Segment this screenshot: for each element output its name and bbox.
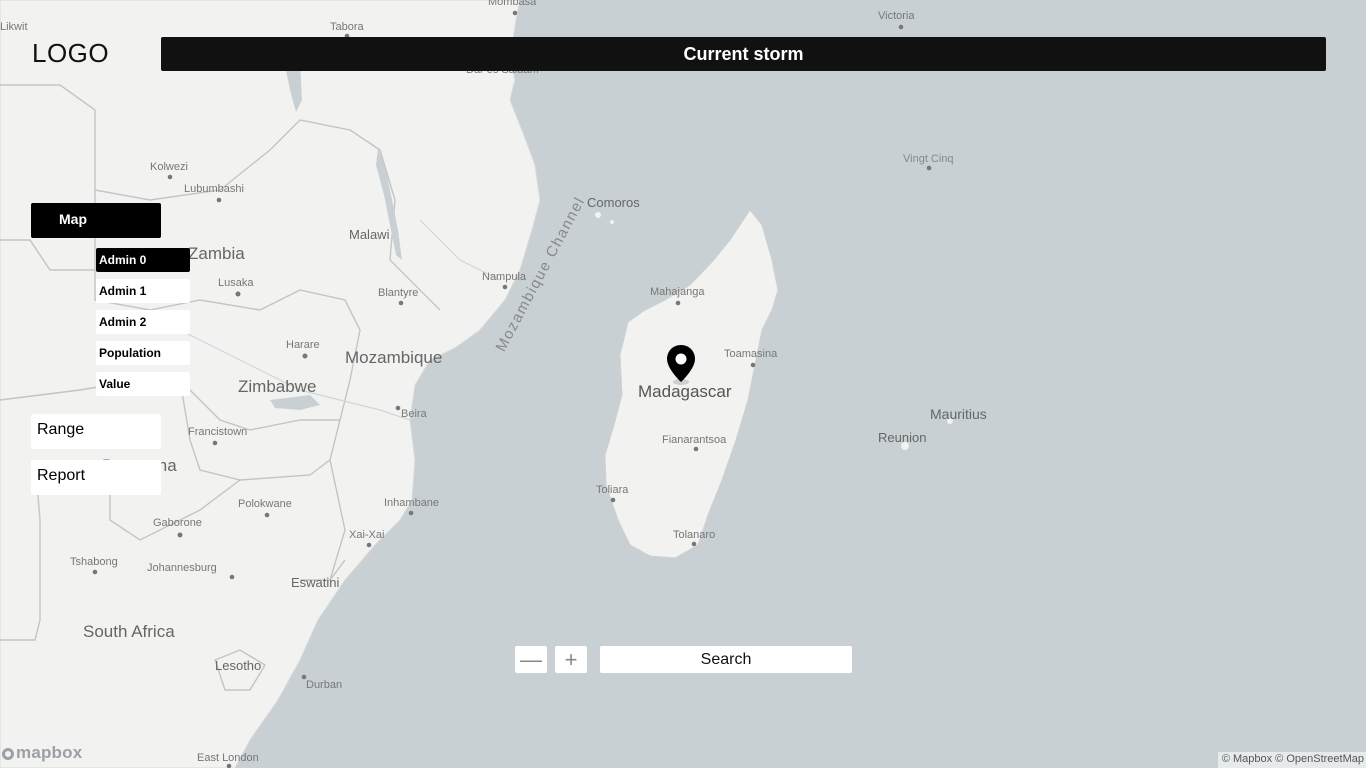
map-button[interactable]: Map [31,203,161,238]
search-button[interactable]: Search [600,646,852,673]
page-title: Current storm [161,37,1326,71]
zoom-in-button[interactable]: + [555,646,587,673]
page-title-text: Current storm [683,43,804,64]
search-button-label: Search [700,650,752,668]
map-attribution[interactable]: © Mapbox © OpenStreetMap [1217,752,1366,768]
mapbox-logo-text: mapbox [16,743,83,762]
range-button[interactable]: Range [31,414,161,449]
layer-admin-2-button[interactable]: Admin 2 [96,310,190,334]
mapbox-logo[interactable]: mapbox [2,743,82,763]
report-button[interactable]: Report [31,460,161,495]
layer-admin-1-button[interactable]: Admin 1 [96,279,190,303]
map-pin-icon[interactable] [666,344,696,386]
minus-icon: — [520,646,542,672]
layer-population-button[interactable]: Population [96,341,190,365]
logo[interactable]: LOGO [32,38,109,69]
layer-value-button[interactable]: Value [96,372,190,396]
plus-icon: + [564,646,578,672]
zoom-out-button[interactable]: — [515,646,547,673]
layer-admin-0-button[interactable]: Admin 0 [96,248,190,272]
mapbox-ring-icon [2,748,14,760]
